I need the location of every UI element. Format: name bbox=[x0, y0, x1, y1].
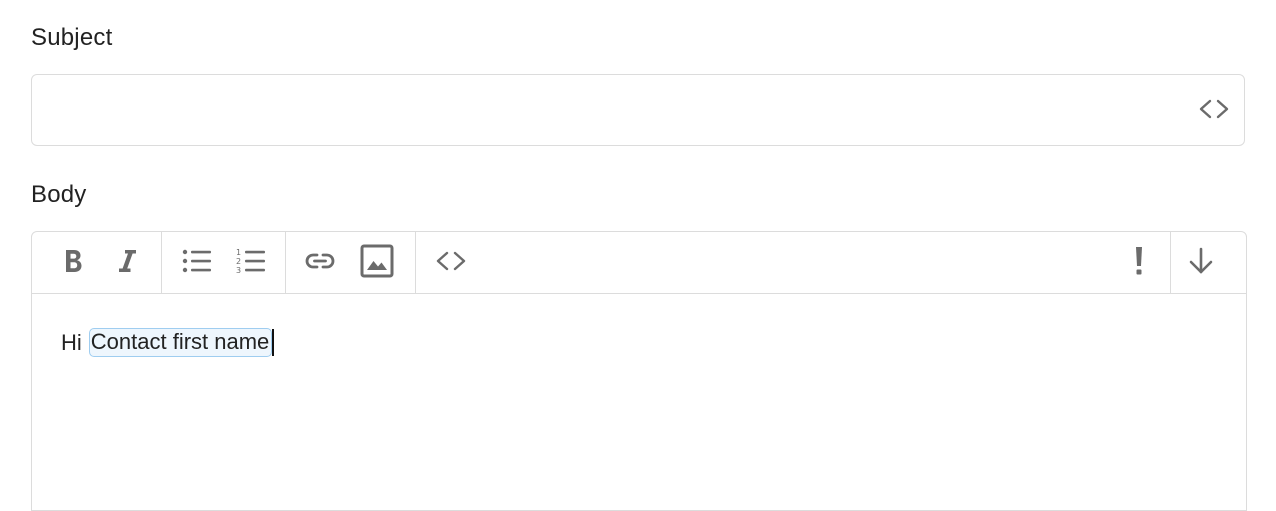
toolbar-divider bbox=[415, 232, 416, 293]
subject-input[interactable] bbox=[32, 75, 1222, 145]
link-button[interactable] bbox=[300, 243, 340, 283]
body-text: Hi bbox=[61, 329, 82, 355]
variable-chip[interactable]: Contact first name bbox=[88, 328, 273, 357]
bulleted-list-button[interactable] bbox=[177, 243, 217, 283]
bulleted-list-icon bbox=[181, 247, 213, 280]
important-button[interactable] bbox=[1119, 243, 1159, 283]
numbered-list-icon: 1 2 3 bbox=[235, 247, 267, 280]
italic-button[interactable] bbox=[107, 243, 147, 283]
arrow-down-icon bbox=[1186, 246, 1216, 281]
svg-text:2: 2 bbox=[236, 257, 241, 266]
insert-image-button[interactable] bbox=[357, 243, 397, 283]
italic-icon bbox=[115, 247, 139, 280]
svg-text:1: 1 bbox=[236, 248, 241, 257]
subject-field[interactable] bbox=[31, 74, 1245, 146]
insert-variable-button[interactable] bbox=[1198, 95, 1230, 127]
bold-button[interactable] bbox=[53, 243, 93, 283]
body-label: Body bbox=[31, 181, 87, 208]
expand-toolbar-button[interactable] bbox=[1181, 243, 1221, 283]
link-icon bbox=[304, 249, 336, 278]
insert-code-button[interactable] bbox=[431, 243, 471, 283]
toolbar-divider bbox=[1170, 232, 1171, 293]
svg-text:3: 3 bbox=[236, 266, 241, 275]
exclamation-icon bbox=[1133, 245, 1145, 282]
code-brackets-icon bbox=[1198, 97, 1230, 126]
editor-toolbar: 1 2 3 bbox=[32, 232, 1246, 294]
numbered-list-button[interactable]: 1 2 3 bbox=[231, 243, 271, 283]
code-brackets-icon bbox=[435, 249, 467, 278]
bold-icon bbox=[61, 247, 85, 280]
toolbar-divider bbox=[285, 232, 286, 293]
body-editor[interactable]: 1 2 3 Hi Contact first name bbox=[31, 231, 1247, 511]
text-cursor bbox=[272, 329, 275, 356]
subject-label: Subject bbox=[31, 24, 113, 51]
toolbar-divider bbox=[161, 232, 162, 293]
editor-content[interactable]: Hi Contact first name bbox=[61, 328, 275, 357]
image-icon bbox=[360, 244, 394, 283]
